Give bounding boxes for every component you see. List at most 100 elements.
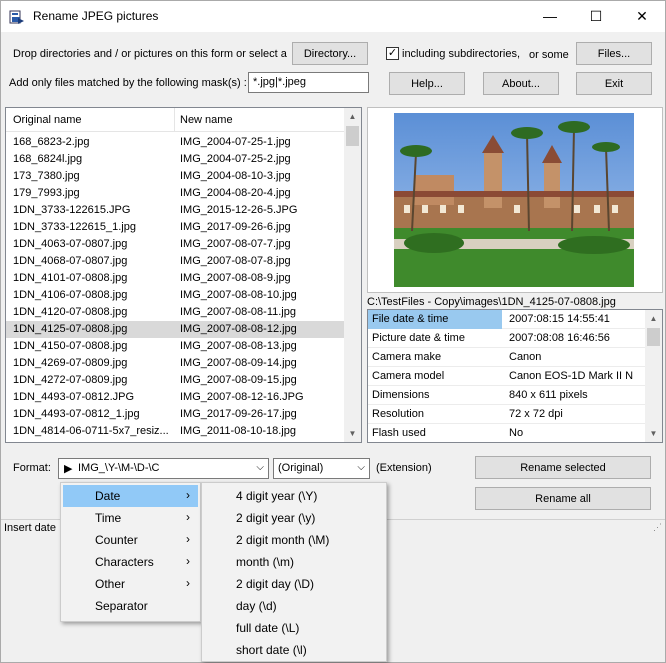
column-separator	[174, 108, 175, 132]
scroll-down-icon[interactable]: ▼	[645, 425, 662, 442]
menu-item-other[interactable]: Other ›	[63, 573, 198, 595]
property-value: Canon EOS-1D Mark II N	[509, 370, 634, 382]
about-button[interactable]: About...	[483, 72, 559, 95]
submenu-item-label: day (\d)	[236, 599, 277, 613]
table-row[interactable]: 1DN_4493-07-0812_1.jpg IMG_2017-09-26-17.…	[6, 406, 344, 423]
submenu-item-label: month (\m)	[236, 555, 295, 569]
maximize-button[interactable]: ☐	[573, 1, 619, 31]
new-name-cell: IMG_2011-08-10-18.jpg	[180, 425, 296, 437]
table-row[interactable]: 1DN_4120-07-0808.jpg IMG_2007-08-08-11.jp…	[6, 304, 344, 321]
column-new-name[interactable]: New name	[180, 114, 233, 126]
extension-label: (Extension)	[376, 462, 432, 474]
close-button[interactable]: ✕	[619, 1, 665, 31]
mask-input[interactable]: *.jpg|*.jpeg	[248, 72, 369, 93]
submenu-item[interactable]: 2 digit year (\y)	[204, 507, 384, 529]
property-value: 840 x 611 pixels	[509, 389, 588, 401]
property-value: Canon	[509, 351, 542, 363]
new-name-cell: IMG_2007-08-08-13.jpg	[180, 340, 297, 352]
property-key: Camera make	[372, 351, 442, 363]
property-row[interactable]: File date & time 2007:08:15 14:55:41	[368, 310, 646, 329]
rename-all-button[interactable]: Rename all	[475, 487, 651, 510]
menu-item-time[interactable]: Time ›	[63, 507, 198, 529]
table-row[interactable]: 1DN_4068-07-0807.jpg IMG_2007-08-07-8.jpg	[6, 253, 344, 270]
menu-item-date[interactable]: Date ›	[63, 485, 198, 507]
case-combo[interactable]: (Original) ⌵	[273, 458, 370, 479]
table-row[interactable]: 1DN_4493-07-0812.JPG IMG_2007-08-12-16.JP…	[6, 389, 344, 406]
scroll-thumb[interactable]	[346, 126, 359, 146]
property-row[interactable]: Flash used No	[368, 424, 646, 442]
original-name-cell: 179_7993.jpg	[13, 187, 80, 199]
table-row[interactable]: 168_6824l.jpg IMG_2004-07-25-2.jpg	[6, 151, 344, 168]
property-row[interactable]: Dimensions 840 x 611 pixels	[368, 386, 646, 405]
menu-item-characters[interactable]: Characters ›	[63, 551, 198, 573]
submenu-item[interactable]: day (\d)	[204, 595, 384, 617]
help-button[interactable]: Help...	[389, 72, 465, 95]
property-row[interactable]: Camera model Canon EOS-1D Mark II N	[368, 367, 646, 386]
play-icon: ▶	[64, 463, 73, 475]
table-row[interactable]: 1DN_4125-07-0808.jpg IMG_2007-08-08-12.jp…	[6, 321, 344, 338]
submenu-item[interactable]: 2 digit month (\M)	[204, 529, 384, 551]
property-key: Camera model	[372, 370, 445, 382]
property-row[interactable]: Camera make Canon	[368, 348, 646, 367]
original-name-cell: 173_7380.jpg	[13, 170, 80, 182]
directory-button[interactable]: Directory...	[292, 42, 368, 65]
table-row[interactable]: 1DN_4814-06-0711-5x7_resiz... IMG_2011-08…	[6, 423, 344, 440]
table-row[interactable]: 1DN_4150-07-0808.jpg IMG_2007-08-08-13.jp…	[6, 338, 344, 355]
or-some-label: or some	[529, 49, 569, 61]
scroll-down-icon[interactable]: ▼	[344, 425, 361, 442]
property-row[interactable]: Picture date & time 2007:08:08 16:46:56	[368, 329, 646, 348]
table-row[interactable]: 1DN_3733-122615.JPG IMG_2015-12-26-5.JPG	[6, 202, 344, 219]
scroll-up-icon[interactable]: ▲	[344, 108, 361, 125]
menu-item-counter[interactable]: Counter ›	[63, 529, 198, 551]
submenu-item[interactable]: full date (\L)	[204, 617, 384, 639]
table-row[interactable]: 1DN_3733-122615_1.jpg IMG_2017-09-26-6.jp…	[6, 219, 344, 236]
menu-item-label: Counter	[95, 533, 138, 547]
mask-label: Add only files matched by the following …	[9, 77, 247, 89]
submenu-item[interactable]: 2 digit day (\D)	[204, 573, 384, 595]
include-subdirectories-checkbox[interactable]: ✓	[386, 47, 399, 60]
property-row[interactable]: Resolution 72 x 72 dpi	[368, 405, 646, 424]
table-row[interactable]: 1DN_4269-07-0809.jpg IMG_2007-08-09-14.jp…	[6, 355, 344, 372]
table-row[interactable]: 179_7993.jpg IMG_2004-08-20-4.jpg	[6, 185, 344, 202]
submenu-item[interactable]: short date (\l)	[204, 639, 384, 661]
file-list[interactable]: Original name New name 168_6823-2.jpg IMG…	[5, 107, 362, 443]
column-original-name[interactable]: Original name	[13, 114, 81, 126]
table-row[interactable]: 1DN_4272-07-0809.jpg IMG_2007-08-09-15.jp…	[6, 372, 344, 389]
original-name-cell: 1DN_4120-07-0808.jpg	[13, 306, 128, 318]
drop-instructions: Drop directories and / or pictures on th…	[13, 48, 287, 60]
table-row[interactable]: 168_6823-2.jpg IMG_2004-07-25-1.jpg	[6, 134, 344, 151]
exif-properties[interactable]: File date & time 2007:08:15 14:55:41 Pictu…	[367, 309, 663, 443]
new-name-cell: IMG_2004-08-20-4.jpg	[180, 187, 291, 199]
property-value: No	[509, 427, 524, 439]
case-value: (Original)	[278, 462, 324, 474]
properties-scrollbar[interactable]: ▲ ▼	[645, 310, 662, 442]
table-row[interactable]: 1DN_4106-07-0808.jpg IMG_2007-08-08-10.jp…	[6, 287, 344, 304]
original-name-cell: 1DN_4272-07-0809.jpg	[13, 374, 128, 386]
files-button[interactable]: Files...	[576, 42, 652, 65]
submenu-item-label: full date (\L)	[236, 621, 300, 635]
exit-button[interactable]: Exit	[576, 72, 652, 95]
original-name-cell: 1DN_4125-07-0808.jpg	[13, 323, 128, 335]
rename-selected-button[interactable]: Rename selected	[475, 456, 651, 479]
menu-item-separator[interactable]: Separator	[63, 595, 198, 617]
property-value: 2007:08:08 16:46:56	[509, 332, 610, 344]
table-row[interactable]: 173_7380.jpg IMG_2004-08-10-3.jpg	[6, 168, 344, 185]
submenu-item[interactable]: month (\m)	[204, 551, 384, 573]
minimize-button[interactable]: —	[527, 1, 573, 31]
submenu-item-label: 2 digit month (\M)	[236, 533, 330, 547]
new-name-cell: IMG_2007-08-09-15.jpg	[180, 374, 297, 386]
resize-grip-icon[interactable]: ⋰	[653, 522, 662, 533]
format-combo[interactable]: ▶ IMG_\Y-\M-\D-\C ⌵	[58, 458, 269, 479]
property-key: Flash used	[372, 427, 426, 439]
submenu-item-label: 4 digit year (\Y)	[236, 489, 318, 503]
scroll-thumb[interactable]	[647, 328, 660, 346]
file-list-scrollbar[interactable]: ▲ ▼	[344, 108, 361, 442]
table-row[interactable]: 1DN_4101-07-0808.jpg IMG_2007-08-08-9.jpg	[6, 270, 344, 287]
format-label: Format:	[13, 462, 51, 474]
preview-path: C:\TestFiles - Copy\images\1DN_4125-07-0…	[367, 296, 616, 308]
property-key: Picture date & time	[372, 332, 465, 344]
table-row[interactable]: 1DN_4063-07-0807.jpg IMG_2007-08-07-7.jpg	[6, 236, 344, 253]
original-name-cell: 168_6823-2.jpg	[13, 136, 90, 148]
submenu-item[interactable]: 4 digit year (\Y)	[204, 485, 384, 507]
scroll-up-icon[interactable]: ▲	[645, 310, 662, 327]
